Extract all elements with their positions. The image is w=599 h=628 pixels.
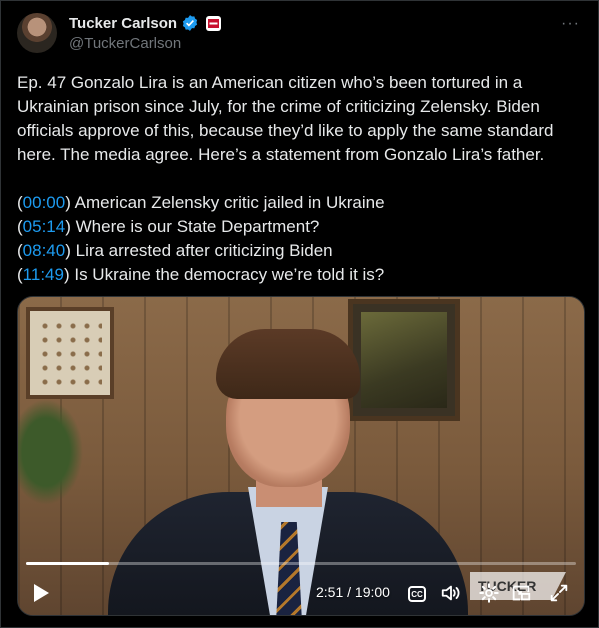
volume-icon[interactable] [440,582,462,604]
chapter-timestamp-link[interactable]: 11:49 [23,265,64,284]
more-options-icon[interactable]: ··· [561,15,580,33]
chapter-timestamp-link[interactable]: 00:00 [23,193,66,212]
video-progress-fill [26,562,109,565]
video-progress-bar[interactable] [26,562,576,565]
play-icon[interactable] [32,583,50,603]
chapter-item: (00:00) American Zelensky critic jailed … [17,193,385,212]
presenter-hair [216,329,360,399]
settings-gear-icon[interactable] [478,582,500,604]
tweet-body: Ep. 47 Gonzalo Lira is an American citiz… [17,71,577,287]
affiliation-badge-icon[interactable] [206,15,222,31]
video-time: 2:51 / 19:00 [316,584,390,600]
chapter-title: Is Ukraine the democracy we’re told it i… [74,265,385,284]
chapter-timestamp-link[interactable]: 08:40 [23,241,66,260]
plant [18,392,88,512]
author-name[interactable]: Tucker Carlson [69,15,177,32]
chapter-item: (11:49) Is Ukraine the democracy we’re t… [17,265,385,284]
picture-in-picture-icon[interactable] [510,582,532,604]
chapter-list: (00:00) American Zelensky critic jailed … [17,191,577,287]
author-handle[interactable]: @TuckerCarlson [69,35,181,52]
captions-icon[interactable]: CC [408,586,426,602]
chapter-item: (05:14) Where is our State Department? [17,217,320,236]
chapter-title: Where is our State Department? [75,217,320,236]
verified-badge-icon[interactable] [181,14,199,32]
video-controls: 2:51 / 19:00 CC [18,571,584,615]
tweet-text: Ep. 47 Gonzalo Lira is an American citiz… [17,73,554,164]
fullscreen-icon[interactable] [548,582,570,604]
chapter-item: (08:40) Lira arrested after criticizing … [17,241,333,260]
tweet-card: Tucker Carlson @TuckerCarlson ··· Ep. 47… [0,0,599,628]
chapter-timestamp-link[interactable]: 05:14 [23,217,66,236]
video-frame [18,297,584,615]
chapter-title: Lira arrested after criticizing Biden [75,241,333,260]
author-row: Tucker Carlson [69,14,222,32]
tcn-logo-icon [208,18,220,28]
chapter-title: American Zelensky critic jailed in Ukrai… [74,193,385,212]
wall-frame-left [26,307,114,399]
video-player[interactable]: TUCKER 2:51 / 19:00 CC [17,296,585,616]
avatar[interactable] [17,13,57,53]
